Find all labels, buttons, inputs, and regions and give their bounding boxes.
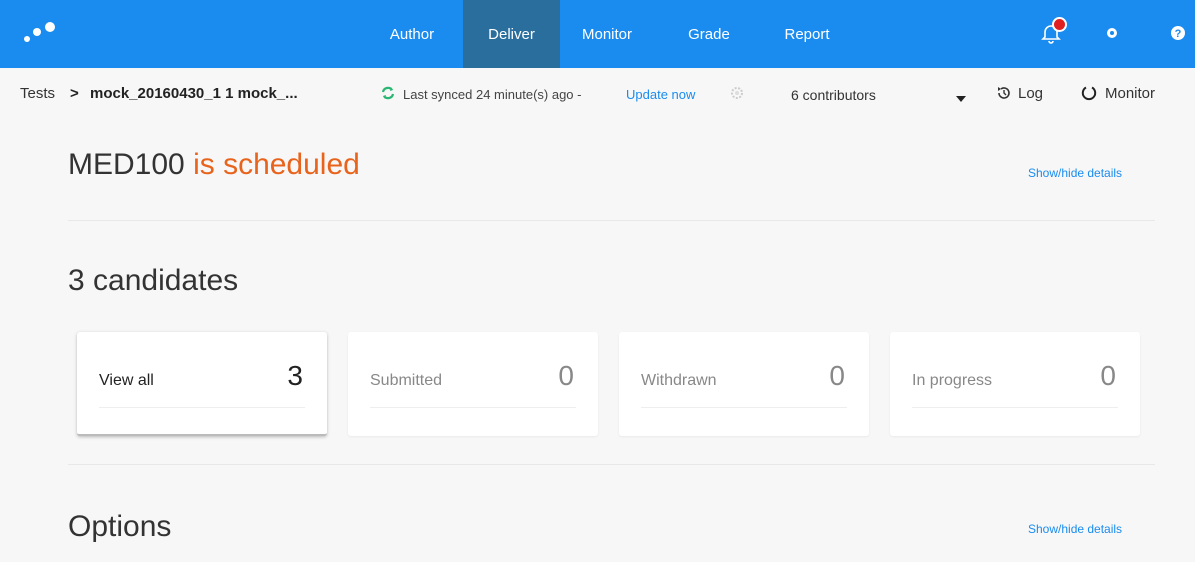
- card-label: View all: [99, 372, 154, 389]
- log-button[interactable]: Log: [996, 85, 1043, 102]
- candidate-card-in-progress[interactable]: In progress 0: [890, 332, 1140, 436]
- card-underline: [370, 407, 576, 408]
- card-count: 0: [829, 360, 845, 391]
- main-content: MED100 is scheduled Show/hide details 3 …: [0, 122, 1195, 562]
- candidate-card-withdrawn[interactable]: Withdrawn 0: [619, 332, 869, 436]
- nav-deliver[interactable]: Deliver: [463, 0, 560, 68]
- help-icon[interactable]: ?: [1168, 20, 1188, 46]
- top-nav-bar: Author Deliver Monitor Grade Report ?: [0, 0, 1195, 68]
- breadcrumb-tests-link[interactable]: Tests: [20, 85, 55, 102]
- divider: [68, 220, 1155, 221]
- breadcrumb-current-test: mock_20160430_1 1 mock_...: [90, 85, 298, 102]
- nav-grade[interactable]: Grade: [679, 0, 739, 68]
- card-underline: [641, 407, 847, 408]
- sync-icon: [380, 85, 396, 105]
- page-title: MED100 is scheduled: [68, 148, 360, 182]
- history-icon: [998, 87, 1010, 99]
- monitor-label: Monitor: [1105, 85, 1156, 102]
- settings-icon[interactable]: [730, 86, 744, 104]
- contributors-count[interactable]: 6 contributors: [791, 87, 876, 103]
- card-underline: [912, 407, 1118, 408]
- options-show-hide-details-link[interactable]: Show/hide details: [1028, 522, 1122, 536]
- card-underline: [99, 407, 305, 408]
- options-heading: Options: [68, 510, 172, 543]
- candidate-card-submitted[interactable]: Submitted 0: [348, 332, 598, 436]
- gear-icon[interactable]: [1102, 20, 1122, 46]
- card-count: 0: [1100, 360, 1116, 391]
- test-name: MED100: [68, 148, 185, 181]
- nav-report[interactable]: Report: [777, 0, 837, 68]
- monitor-circle-icon: [1081, 86, 1097, 101]
- nav-monitor[interactable]: Monitor: [572, 0, 642, 68]
- monitor-button[interactable]: Monitor: [1081, 85, 1155, 102]
- card-label: In progress: [912, 372, 993, 389]
- svg-text:?: ?: [1175, 28, 1182, 40]
- sync-status-text: Last synced 24 minute(s) ago -: [403, 87, 582, 102]
- logo-icon[interactable]: [22, 18, 62, 46]
- candidate-card-view-all[interactable]: View all 3: [77, 332, 327, 436]
- nav-author[interactable]: Author: [382, 0, 442, 68]
- candidates-heading: 3 candidates: [68, 264, 239, 297]
- notification-dot: [1052, 17, 1067, 32]
- card-count: 0: [558, 360, 574, 391]
- caret-down-icon[interactable]: [955, 90, 967, 107]
- card-count: 3: [287, 360, 303, 391]
- card-label: Submitted: [370, 372, 443, 389]
- bell-icon[interactable]: [1038, 17, 1067, 46]
- update-now-link[interactable]: Update now: [626, 87, 695, 102]
- status-show-hide-details-link[interactable]: Show/hide details: [1028, 166, 1122, 180]
- divider: [68, 464, 1155, 465]
- log-label: Log: [1018, 85, 1044, 102]
- card-label: Withdrawn: [641, 372, 717, 389]
- test-status: is scheduled: [193, 148, 360, 181]
- breadcrumb-bar: Tests > mock_20160430_1 1 mock_... Last …: [0, 68, 1195, 122]
- breadcrumb-separator: >: [70, 85, 79, 102]
